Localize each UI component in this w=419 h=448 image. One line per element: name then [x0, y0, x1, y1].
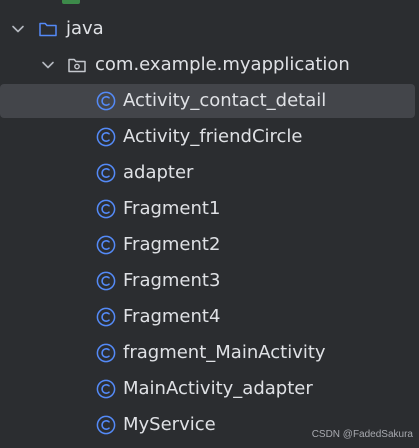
class-icon: [96, 235, 116, 255]
package-icon: [68, 58, 86, 73]
watermark: CSDN @FadedSakura: [311, 429, 413, 440]
tree-label-class: Activity_friendCircle: [123, 126, 303, 147]
class-icon: [96, 307, 116, 327]
tree-label-class: Fragment4: [123, 306, 221, 327]
tree-row-class[interactable]: fragment_MainActivity: [0, 336, 419, 370]
tree-row-class[interactable]: Activity_contact_detail: [0, 84, 419, 118]
tree-label-class: fragment_MainActivity: [123, 342, 326, 363]
class-icon: [96, 271, 116, 291]
tree-label-class: MyService: [123, 414, 216, 435]
chevron-down-icon[interactable]: [11, 22, 25, 36]
class-icon: [96, 199, 116, 219]
tree-row-class[interactable]: Fragment4: [0, 300, 419, 334]
tree-label-class: Fragment2: [123, 234, 221, 255]
tree-row-class[interactable]: MainActivity_adapter: [0, 372, 419, 406]
chevron-down-icon[interactable]: [41, 58, 55, 72]
tree-row-class[interactable]: Activity_friendCircle: [0, 120, 419, 154]
project-tree: java com.example.myapplication Activity_…: [0, 0, 419, 448]
class-icon: [96, 415, 116, 435]
tree-label-class: MainActivity_adapter: [123, 378, 313, 399]
scroll-indicator: [62, 0, 80, 4]
tree-label-class: Fragment1: [123, 198, 221, 219]
folder-icon: [39, 22, 57, 37]
tree-label-class: Activity_contact_detail: [123, 90, 327, 111]
tree-row-class[interactable]: Fragment3: [0, 264, 419, 298]
class-icon: [96, 343, 116, 363]
tree-label-class: adapter: [123, 162, 194, 183]
tree-row-class[interactable]: Fragment1: [0, 192, 419, 226]
tree-row-package[interactable]: com.example.myapplication: [0, 48, 419, 82]
tree-label-class: Fragment3: [123, 270, 221, 291]
tree-row-class[interactable]: adapter: [0, 156, 419, 190]
class-icon: [96, 91, 116, 111]
class-icon: [96, 379, 116, 399]
tree-row-class[interactable]: Fragment2: [0, 228, 419, 262]
class-icon: [96, 127, 116, 147]
tree-label-package: com.example.myapplication: [95, 54, 350, 75]
tree-label-java: java: [66, 18, 104, 39]
tree-row-java[interactable]: java: [0, 12, 419, 46]
class-icon: [96, 163, 116, 183]
